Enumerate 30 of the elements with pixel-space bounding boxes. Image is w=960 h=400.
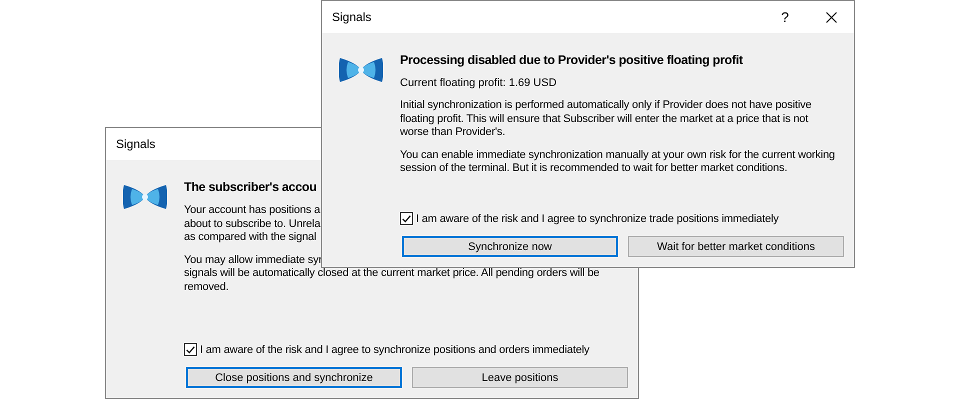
dialog-button[interactable]: Wait for better market conditions — [628, 236, 844, 257]
dialog-button[interactable]: Synchronize now — [402, 236, 618, 257]
dialog-heading: The subscriber's accou — [184, 180, 317, 194]
check-icon — [402, 214, 411, 222]
bowtie-logo-icon — [123, 182, 167, 212]
message-text: session of the terminal. But it is recommended to wait for better market conditions. — [400, 162, 788, 176]
profit-text: Current floating profit: 1.69 USD — [400, 77, 558, 89]
window-title: Signals — [332, 10, 372, 24]
close-icon — [826, 12, 836, 22]
check-icon — [186, 346, 195, 354]
window-title: Signals — [116, 137, 156, 151]
message-text: You may allow immediate syr — [184, 254, 322, 267]
checkbox-label: I am aware of the risk and I agree to synchronize trade positions immediately — [416, 212, 779, 224]
dialog-button[interactable]: Leave positions — [412, 367, 628, 388]
dialog-heading: Processing disabled due to Provider's positive floating profit — [400, 53, 743, 67]
message-text: You can enable immediate synchronization manually at your own risk for the current working — [400, 148, 835, 162]
message-text: as compared with the signal — [184, 231, 316, 244]
agree-checkbox[interactable] — [184, 343, 197, 356]
help-button[interactable]: ? — [762, 9, 808, 25]
message-text: signals will be automatically closed at the current market price. All pending orders will be — [184, 267, 600, 280]
message-text: worse than Provider's. — [400, 126, 506, 140]
message-text: removed. — [184, 280, 229, 294]
agree-checkbox[interactable] — [400, 212, 413, 225]
message-text: floating profit. This will ensure that Subscriber will enter the market at a price that is not — [400, 112, 808, 126]
checkbox-label: I am aware of the risk and I agree to synchronize positions and orders immediately — [200, 344, 590, 356]
message-text: about to subscribe to. Unrela — [184, 218, 320, 231]
message-text: Initial synchronization is performed automatically only if Provider does not have positive — [400, 99, 812, 112]
bowtie-logo-icon — [339, 55, 383, 85]
message-text: Your account has positions a — [184, 204, 320, 218]
dialog-button[interactable]: Close positions and synchronize — [186, 367, 402, 388]
